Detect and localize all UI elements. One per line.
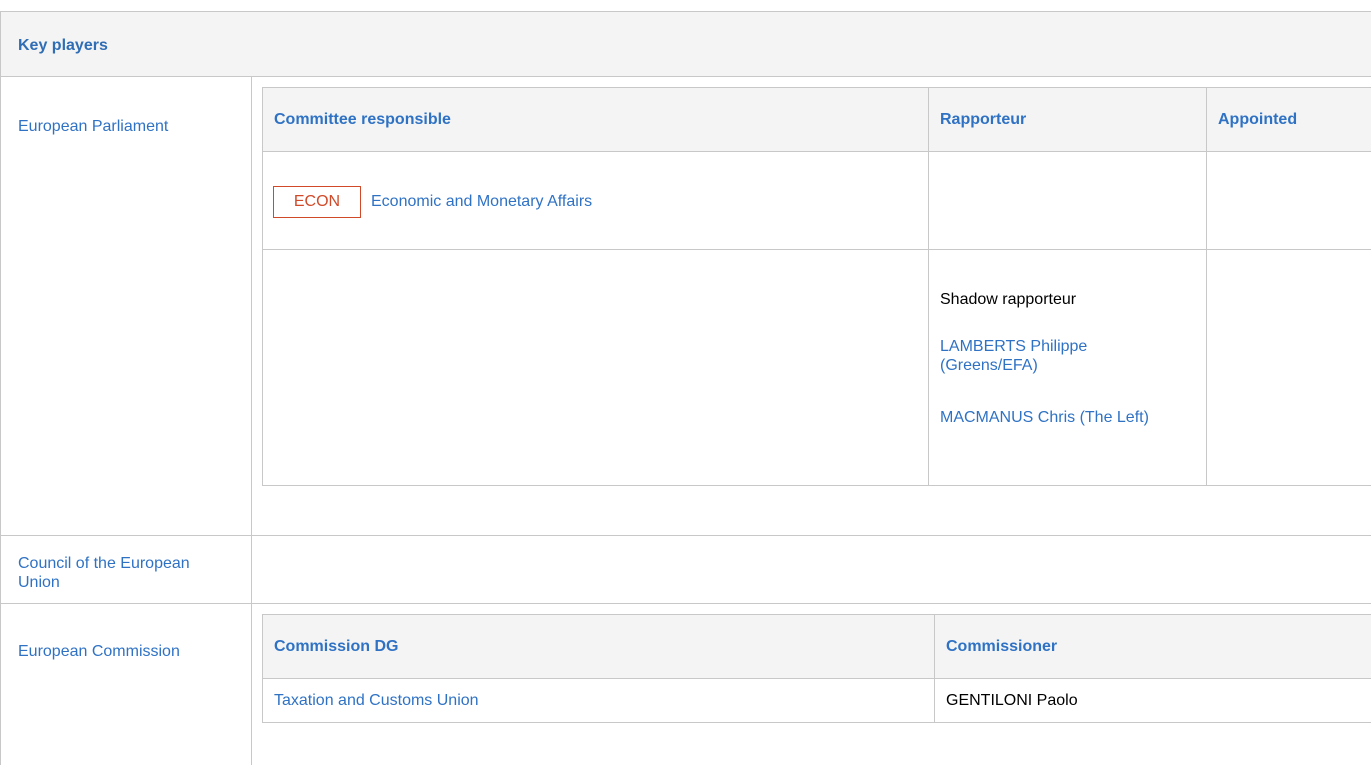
committee-name[interactable]: Economic and Monetary Affairs — [371, 192, 592, 211]
key-players-header — [0, 11, 1371, 76]
header-appointed: Appointed — [1218, 111, 1298, 128]
committee-badge[interactable]: ECON — [273, 186, 361, 218]
section-title: Key players — [18, 37, 108, 54]
shadow-rapporteur-member[interactable]: LAMBERTS Philippe (Greens/EFA) — [940, 337, 1170, 375]
commission-table-header — [262, 614, 1371, 678]
row-label-european-commission[interactable]: European Commission — [18, 642, 180, 661]
header-rapporteur: Rapporteur — [940, 111, 1027, 128]
header-commission-dg: Commission DG — [274, 638, 399, 655]
header-commissioner: Commissioner — [946, 638, 1058, 655]
shadow-rapporteur-label: Shadow rapporteur — [940, 291, 1077, 308]
row-label-european-parliament[interactable]: European Parliament — [18, 117, 168, 136]
shadow-rapporteur-member[interactable]: MACMANUS Chris (The Left) — [940, 408, 1170, 427]
row-label-council[interactable]: Council of the European Union — [18, 554, 198, 592]
header-committee-responsible: Committee responsible — [274, 111, 451, 128]
commissioner-name: GENTILONI Paolo — [946, 692, 1078, 709]
commission-dg-name[interactable]: Taxation and Customs Union — [274, 691, 479, 710]
